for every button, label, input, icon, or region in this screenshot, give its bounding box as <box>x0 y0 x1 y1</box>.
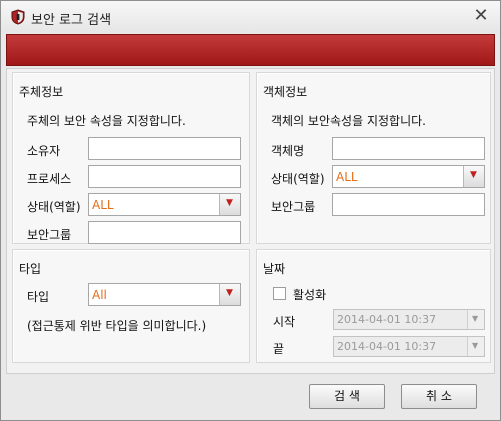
start-datetime-picker[interactable]: 2014-04-01 10:37 ▼ <box>333 309 485 330</box>
type-panel: 타입 타입 All ▼ (접근통제 위반 타입을 의미합니다.) <box>12 249 250 363</box>
activate-label: 활성화 <box>293 288 327 302</box>
subject-description: 주체의 보안 속성을 지정합니다. <box>27 114 186 128</box>
object-state-label: 상태(역할) <box>271 172 325 186</box>
type-value: All <box>92 288 107 302</box>
object-name-input[interactable] <box>332 137 485 160</box>
object-group-label: 보안그룹 <box>271 200 316 214</box>
object-panel-title: 객체정보 <box>263 85 308 99</box>
subject-state-label: 상태(역할) <box>27 200 81 214</box>
dialog-footer: 검 색 취 소 <box>6 377 495 417</box>
dropdown-arrow-icon[interactable]: ▼ <box>467 310 484 329</box>
activate-checkbox[interactable] <box>273 287 286 300</box>
start-label: 시작 <box>273 315 296 329</box>
owner-input[interactable] <box>88 137 241 160</box>
object-panel: 객체정보 객체의 보안속성을 지정합니다. 객체명 상태(역할) ALL ▼ 보… <box>256 72 491 244</box>
end-datetime-value: 2014-04-01 10:37 <box>337 340 437 353</box>
subject-state-select[interactable]: ALL ▼ <box>88 193 241 216</box>
security-log-search-dialog: 보안 로그 검색 ✕ 주체정보 주체의 보안 속성을 지정합니다. 소유자 프로… <box>0 0 501 421</box>
type-label: 타입 <box>27 290 50 304</box>
subject-state-value: ALL <box>92 198 114 212</box>
window-title: 보안 로그 검색 <box>31 13 112 28</box>
shield-icon <box>11 9 25 25</box>
dialog-content: 주체정보 주체의 보안 속성을 지정합니다. 소유자 프로세스 상태(역할) A… <box>6 68 495 374</box>
subject-group-label: 보안그룹 <box>27 228 72 242</box>
type-note: (접근통제 위반 타입을 의미합니다.) <box>27 319 207 333</box>
header-banner <box>6 34 495 66</box>
object-state-value: ALL <box>336 170 358 184</box>
type-select[interactable]: All ▼ <box>88 283 241 306</box>
end-datetime-picker[interactable]: 2014-04-01 10:37 ▼ <box>333 336 485 357</box>
process-input[interactable] <box>88 165 241 188</box>
title-bar: 보안 로그 검색 ✕ <box>1 1 500 33</box>
date-panel: 날짜 활성화 시작 2014-04-01 10:37 ▼ 끝 2014-04-0… <box>256 249 491 363</box>
date-panel-title: 날짜 <box>263 262 286 276</box>
dropdown-arrow-icon[interactable]: ▼ <box>219 284 240 305</box>
object-group-input[interactable] <box>332 193 485 216</box>
type-panel-title: 타입 <box>19 262 42 276</box>
start-datetime-value: 2014-04-01 10:37 <box>337 313 437 326</box>
dropdown-arrow-icon[interactable]: ▼ <box>463 166 484 187</box>
search-button[interactable]: 검 색 <box>309 384 385 409</box>
subject-panel: 주체정보 주체의 보안 속성을 지정합니다. 소유자 프로세스 상태(역할) A… <box>12 72 250 244</box>
dropdown-arrow-icon[interactable]: ▼ <box>219 194 240 215</box>
end-label: 끝 <box>273 342 285 356</box>
object-name-label: 객체명 <box>271 144 305 158</box>
owner-label: 소유자 <box>27 144 61 158</box>
object-description: 객체의 보안속성을 지정합니다. <box>271 114 426 128</box>
object-state-select[interactable]: ALL ▼ <box>332 165 485 188</box>
subject-panel-title: 주체정보 <box>19 85 64 99</box>
cancel-button[interactable]: 취 소 <box>401 384 477 409</box>
close-icon[interactable]: ✕ <box>472 7 490 25</box>
subject-group-input[interactable] <box>88 221 241 244</box>
process-label: 프로세스 <box>27 172 72 186</box>
dropdown-arrow-icon[interactable]: ▼ <box>467 337 484 356</box>
